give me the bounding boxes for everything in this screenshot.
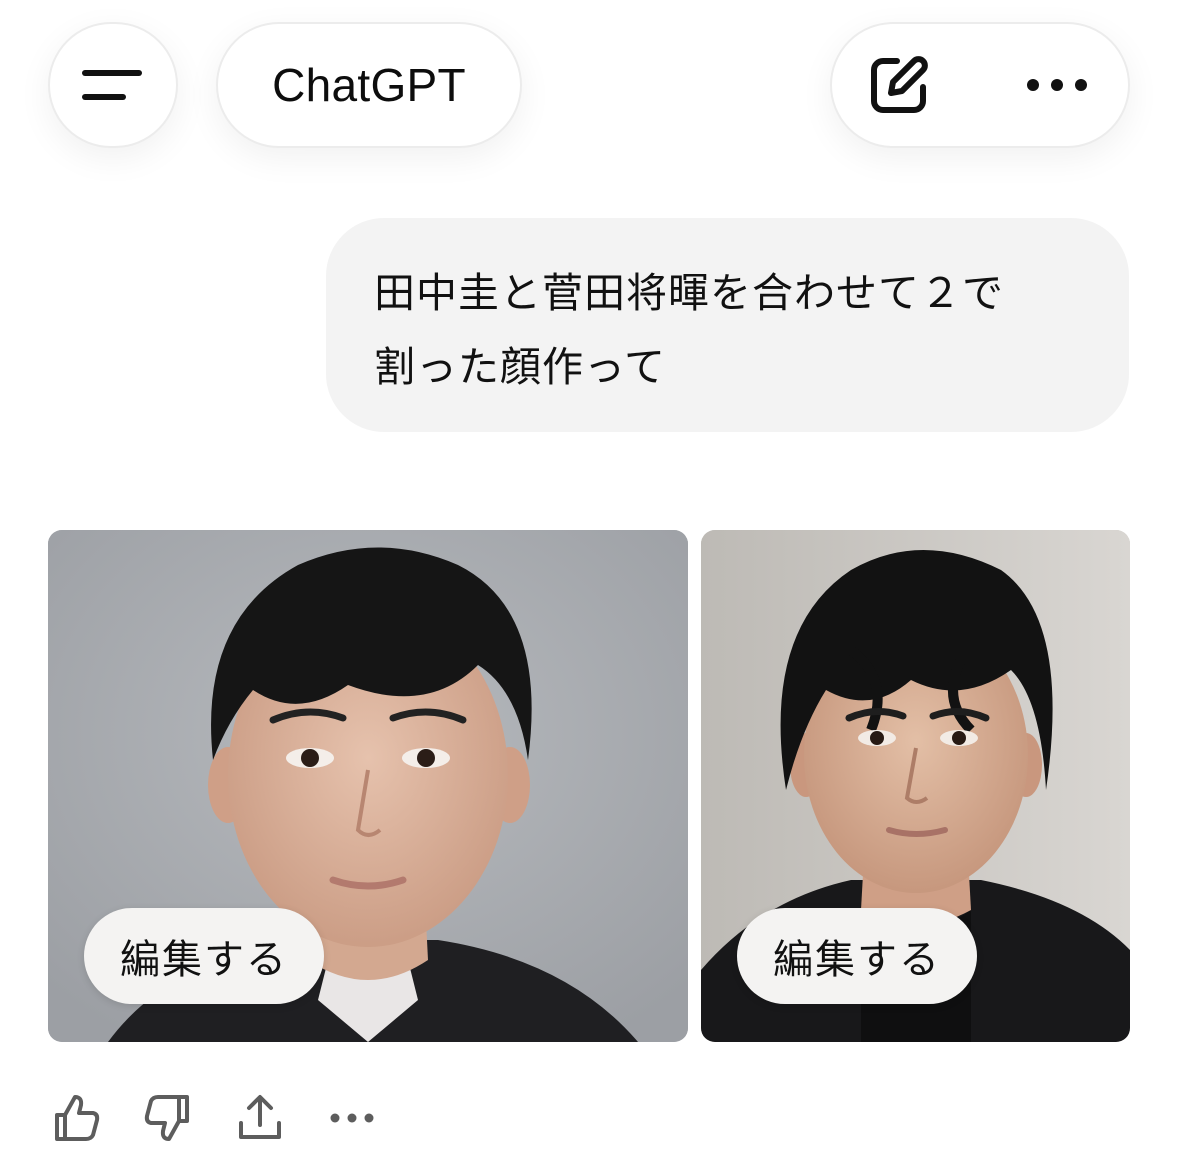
generated-image-2[interactable]: 編集する: [701, 530, 1130, 1042]
chat-screen: ChatGPT 田中圭と菅田将暉を合わせて２で 割った顔作って 編集する 編集す…: [0, 0, 1179, 1160]
more-actions-button[interactable]: [324, 1090, 380, 1146]
header-actions: [830, 22, 1130, 148]
edit-image-button[interactable]: 編集する: [84, 908, 324, 1004]
thumbs-down-button[interactable]: [140, 1090, 196, 1146]
new-chat-button[interactable]: [864, 50, 934, 120]
sidebar-menu-button[interactable]: [48, 22, 178, 148]
thumbs-up-icon: [55, 1095, 100, 1141]
response-actions: [48, 1090, 416, 1146]
menu-icon: [82, 70, 142, 100]
generated-image-1[interactable]: 編集する: [48, 530, 688, 1042]
user-message-bubble: 田中圭と菅田将暉を合わせて２で 割った顔作って: [326, 218, 1129, 432]
app-title: ChatGPT: [272, 59, 466, 111]
thumbs-down-icon: [144, 1095, 189, 1141]
model-selector[interactable]: ChatGPT: [216, 22, 522, 148]
edit-icon: [871, 56, 928, 113]
share-button[interactable]: [232, 1090, 288, 1146]
more-icon: [1027, 79, 1087, 91]
more-options-button[interactable]: [1022, 50, 1092, 120]
share-icon: [239, 1095, 281, 1139]
thumbs-up-button[interactable]: [48, 1090, 104, 1146]
more-icon: [330, 1113, 374, 1123]
user-message-text: 田中圭と菅田将暉を合わせて２で 割った顔作って: [374, 269, 1004, 391]
edit-image-button[interactable]: 編集する: [737, 908, 977, 1004]
